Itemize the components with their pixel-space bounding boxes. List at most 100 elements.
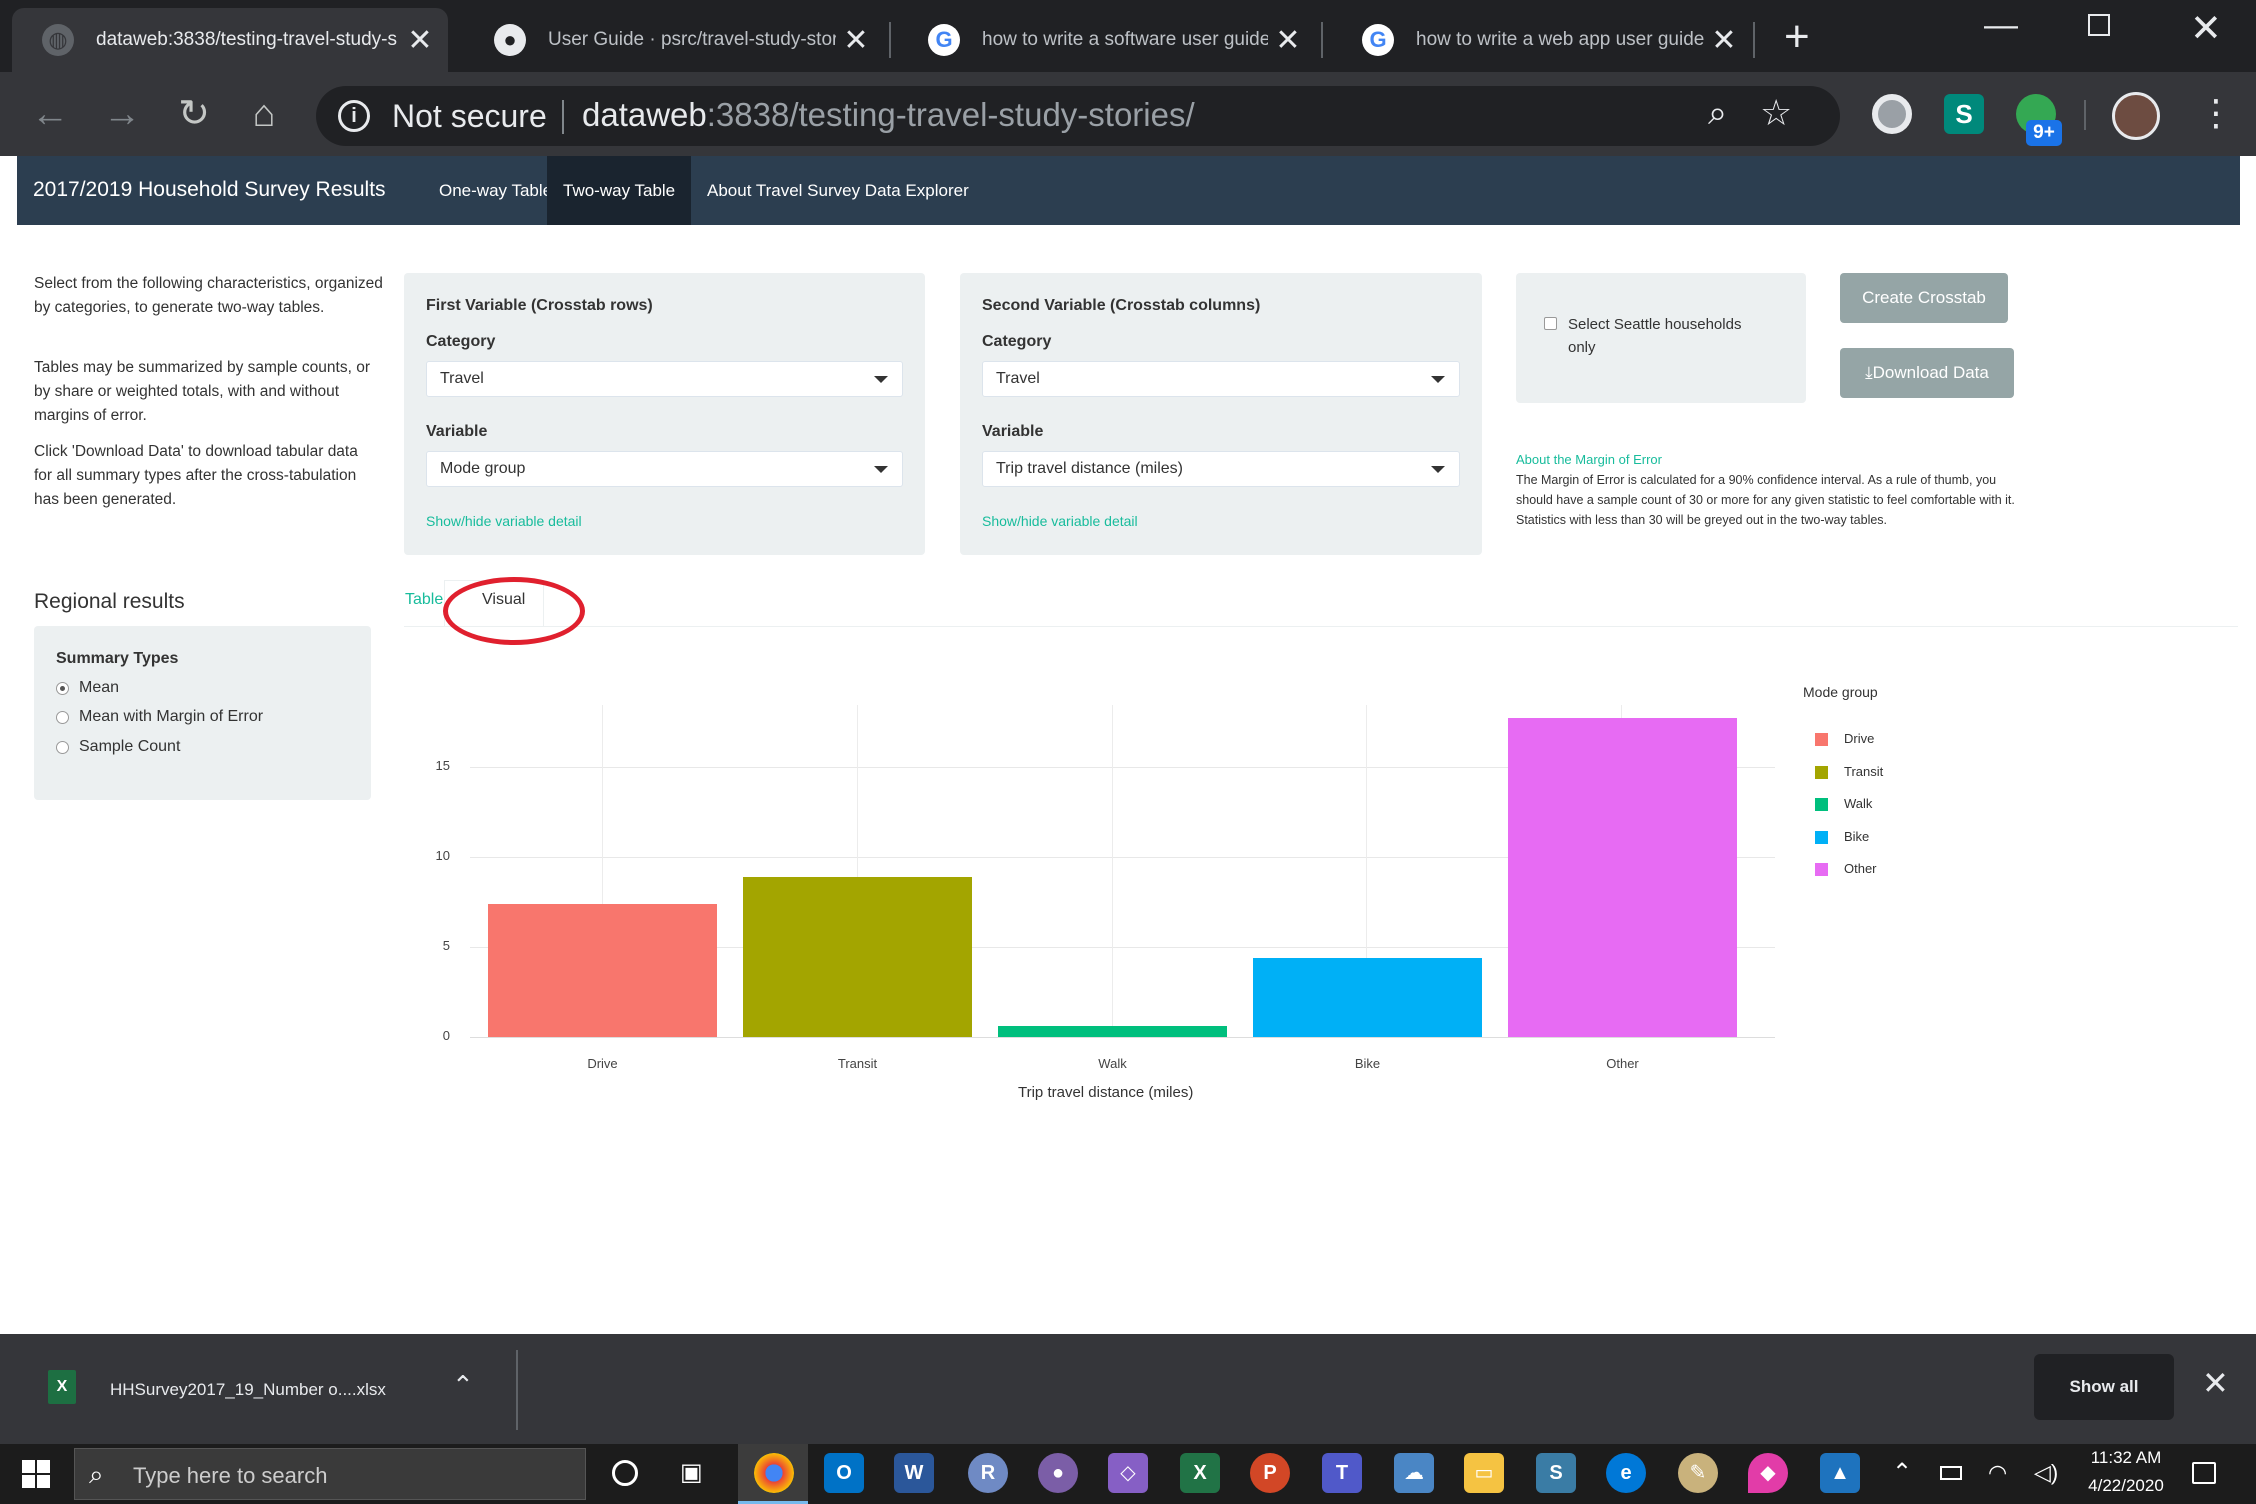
- bar-other[interactable]: [1508, 718, 1737, 1037]
- edge-taskbar-icon[interactable]: e: [1606, 1453, 1646, 1493]
- wifi-icon[interactable]: ◠: [1988, 1460, 2007, 1486]
- extension-s-icon[interactable]: S: [1944, 94, 1984, 134]
- legend-swatch[interactable]: [1815, 863, 1828, 876]
- outlook-taskbar-icon[interactable]: O: [824, 1453, 864, 1493]
- close-tab-icon[interactable]: ✕: [1268, 23, 1308, 58]
- powerpoint-taskbar-icon[interactable]: P: [1250, 1453, 1290, 1493]
- create-crosstab-button[interactable]: Create Crosstab: [1840, 273, 2008, 323]
- back-icon[interactable]: ←: [28, 92, 72, 136]
- first-variable-select[interactable]: Mode group: [426, 451, 903, 487]
- second-variable-select[interactable]: Trip travel distance (miles): [982, 451, 1460, 487]
- cortana-icon[interactable]: [612, 1460, 638, 1486]
- radio-label[interactable]: Mean: [79, 679, 119, 697]
- radio-mean-moe[interactable]: [56, 711, 69, 724]
- teams-taskbar-icon[interactable]: T: [1322, 1453, 1362, 1493]
- seattle-checkbox[interactable]: [1544, 317, 1557, 330]
- nav-about[interactable]: About Travel Survey Data Explorer: [691, 156, 985, 225]
- first-detail-link[interactable]: Show/hide variable detail: [426, 513, 582, 529]
- logo-pane: [37, 1475, 50, 1488]
- bar-walk[interactable]: [998, 1026, 1227, 1037]
- google-icon: G: [928, 24, 960, 56]
- browser-tab[interactable]: ● User Guide · psrc/travel-study-storie …: [464, 8, 884, 72]
- paint-taskbar-icon[interactable]: ✎: [1678, 1453, 1718, 1493]
- menu-kebab-icon[interactable]: ⋮: [2198, 90, 2234, 136]
- browser-tab[interactable]: ◍ dataweb:3838/testing-travel-study-s ✕: [12, 8, 448, 72]
- google-icon: G: [1362, 24, 1394, 56]
- tray-chevron-icon[interactable]: ⌃: [1892, 1458, 1912, 1487]
- browser-tab-strip: ◍ dataweb:3838/testing-travel-study-s ✕ …: [0, 0, 2256, 72]
- chrome-taskbar-icon[interactable]: [754, 1453, 794, 1493]
- legend-label[interactable]: Other: [1844, 861, 1877, 876]
- tab-title: User Guide · psrc/travel-study-storie: [548, 29, 836, 50]
- download-icon: ⤓: [1865, 363, 1873, 382]
- github-desktop-taskbar-icon[interactable]: ●: [1038, 1453, 1078, 1493]
- clock-time[interactable]: 11:32 AM: [2080, 1448, 2172, 1468]
- close-window-icon[interactable]: ✕: [2190, 6, 2222, 51]
- second-category-select[interactable]: Travel: [982, 361, 1460, 397]
- restore-icon[interactable]: [2088, 14, 2110, 36]
- show-all-button[interactable]: Show all: [2034, 1354, 2174, 1420]
- close-tab-icon[interactable]: ✕: [1704, 23, 1744, 58]
- r-taskbar-icon[interactable]: R: [968, 1453, 1008, 1493]
- moe-link[interactable]: About the Margin of Error: [1516, 452, 1662, 467]
- download-data-button[interactable]: ⤓Download Data: [1840, 348, 2014, 398]
- volume-icon[interactable]: ◁): [2034, 1460, 2058, 1486]
- tab-divider: [1321, 22, 1323, 58]
- browser-tab[interactable]: G how to write a software user guide - ✕: [898, 8, 1316, 72]
- reload-icon[interactable]: ↻: [172, 92, 216, 136]
- chevron-up-icon[interactable]: ⌃: [452, 1370, 474, 1401]
- radio-mean[interactable]: [56, 682, 69, 695]
- bar-transit[interactable]: [743, 877, 972, 1037]
- task-view-icon[interactable]: ▣: [680, 1458, 703, 1487]
- app-brand[interactable]: 2017/2019 Household Survey Results: [33, 178, 386, 202]
- new-tab-icon[interactable]: +: [1784, 12, 1810, 62]
- windows-start-icon[interactable]: [22, 1460, 50, 1488]
- legend-label[interactable]: Bike: [1844, 829, 1869, 844]
- radio-label[interactable]: Sample Count: [79, 738, 180, 756]
- file-explorer-taskbar-icon[interactable]: ▭: [1464, 1453, 1504, 1493]
- legend-label[interactable]: Walk: [1844, 796, 1872, 811]
- forward-icon[interactable]: →: [100, 92, 144, 136]
- second-detail-link[interactable]: Show/hide variable detail: [982, 513, 1138, 529]
- minimize-icon[interactable]: —: [1984, 6, 2018, 45]
- notifications-icon[interactable]: [2192, 1462, 2216, 1484]
- photos-taskbar-icon[interactable]: ▲: [1820, 1453, 1860, 1493]
- close-download-shelf-icon[interactable]: ✕: [2202, 1364, 2229, 1402]
- taskbar-search-box[interactable]: ⌕ Type here to search: [74, 1448, 586, 1500]
- legend-swatch[interactable]: [1815, 765, 1828, 779]
- zoom-icon[interactable]: ⌕: [1708, 94, 1727, 133]
- tab-table[interactable]: Table: [405, 591, 443, 609]
- excel-taskbar-icon[interactable]: X: [1180, 1453, 1220, 1493]
- intro-paragraph: Click 'Download Data' to download tabula…: [34, 443, 358, 508]
- clock-date[interactable]: 4/22/2020: [2080, 1476, 2172, 1496]
- bookmark-star-icon[interactable]: ☆: [1760, 92, 1792, 134]
- visual-studio-taskbar-icon[interactable]: ◇: [1108, 1453, 1148, 1493]
- azure-storage-taskbar-icon[interactable]: ☁: [1394, 1453, 1434, 1493]
- ssms-taskbar-icon[interactable]: S: [1536, 1453, 1576, 1493]
- close-tab-icon[interactable]: ✕: [400, 23, 440, 58]
- bar-bike[interactable]: [1253, 958, 1482, 1037]
- toolbar-divider: [2084, 100, 2086, 130]
- download-filename[interactable]: HHSurvey2017_19_Number o....xlsx: [110, 1380, 386, 1400]
- address-bar[interactable]: i Not secure dataweb:3838/testing-travel…: [316, 86, 1840, 146]
- browser-tab[interactable]: G how to write a web app user guide - ✕: [1332, 8, 1752, 72]
- profile-avatar[interactable]: [2112, 92, 2160, 140]
- bar-drive[interactable]: [488, 904, 717, 1037]
- battery-icon[interactable]: [1940, 1466, 1962, 1480]
- legend-label[interactable]: Transit: [1844, 764, 1883, 779]
- seattle-checkbox-label[interactable]: Select Seattle households only: [1568, 313, 1768, 359]
- legend-swatch[interactable]: [1815, 830, 1828, 844]
- radio-label[interactable]: Mean with Margin of Error: [79, 708, 263, 726]
- legend-swatch[interactable]: [1815, 798, 1828, 811]
- first-category-select[interactable]: Travel: [426, 361, 903, 397]
- radio-sample-count[interactable]: [56, 741, 69, 754]
- word-taskbar-icon[interactable]: W: [894, 1453, 934, 1493]
- extension-icon[interactable]: [1872, 94, 1912, 134]
- home-icon[interactable]: ⌂: [242, 92, 286, 136]
- legend-swatch[interactable]: [1815, 733, 1828, 746]
- legend-label[interactable]: Drive: [1844, 731, 1874, 746]
- nav-two-way-table[interactable]: Two-way Table: [547, 156, 692, 225]
- close-tab-icon[interactable]: ✕: [836, 23, 876, 58]
- drop-app-taskbar-icon[interactable]: ◆: [1748, 1453, 1788, 1493]
- info-icon[interactable]: i: [338, 100, 370, 132]
